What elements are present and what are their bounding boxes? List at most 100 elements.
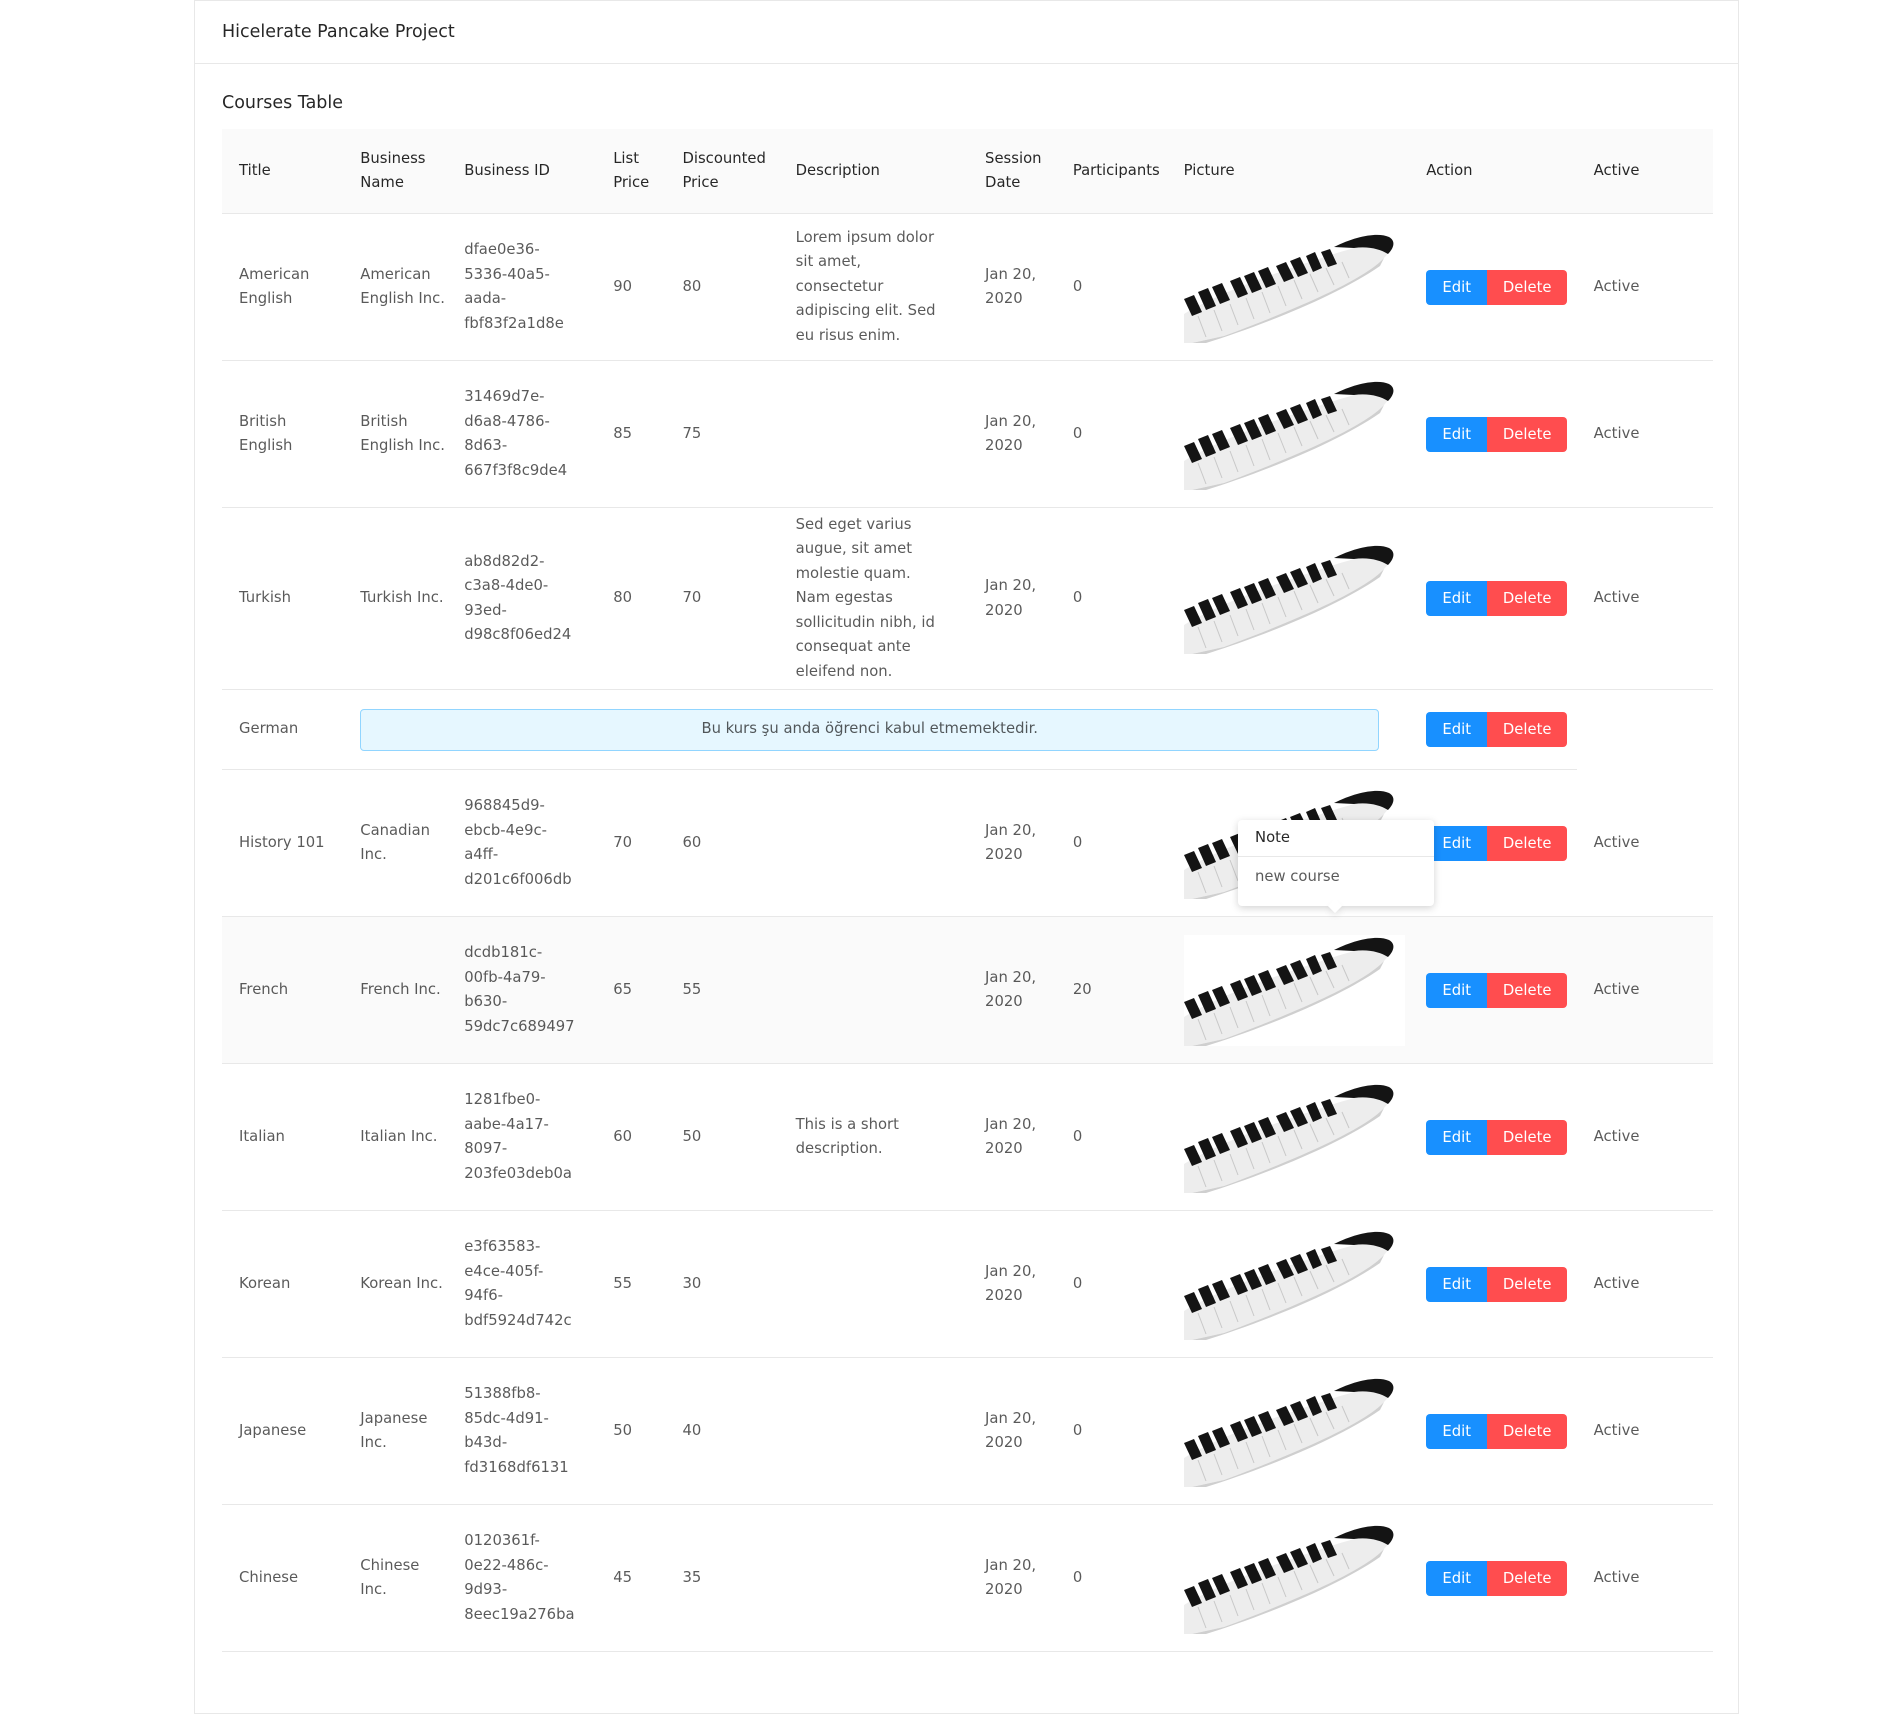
cell-action: Edit Delete <box>1409 689 1577 770</box>
cell-picture <box>1166 1504 1410 1652</box>
picture-thumbnail[interactable] <box>1183 379 1410 490</box>
delete-button[interactable]: Delete <box>1487 972 1568 1008</box>
edit-button[interactable]: Edit <box>1426 1413 1488 1449</box>
table-row[interactable]: French French Inc. dcdb181c-00fb-4a79-b630… <box>222 916 1713 1064</box>
cell-business-id: ab8d82d2-c3a8-4de0-93ed-d98c8f06ed24 <box>447 507 597 690</box>
delete-button[interactable]: Delete <box>1487 712 1568 747</box>
edit-button[interactable]: Edit <box>1426 1266 1488 1302</box>
cell-active: Active <box>1576 769 1713 917</box>
delete-button[interactable]: Delete <box>1487 1560 1568 1596</box>
col-discounted-price[interactable]: Discounted Price <box>665 129 779 214</box>
table-row[interactable]: Turkish Turkish Inc. ab8d82d2-c3a8-4de0-93… <box>222 507 1713 690</box>
cell-list-price: 60 <box>596 1063 666 1211</box>
edit-button[interactable]: Edit <box>1426 1560 1488 1596</box>
cell-description <box>778 1504 969 1652</box>
cell-list-price: 80 <box>596 507 666 690</box>
cell-active: Active <box>1576 507 1713 690</box>
cell-title: American English <box>222 213 344 361</box>
col-business-id[interactable]: Business ID <box>447 129 597 214</box>
col-list-price[interactable]: List Price <box>596 129 666 214</box>
edit-button[interactable]: Edit <box>1426 1119 1488 1155</box>
delete-button[interactable]: Delete <box>1487 416 1568 452</box>
cell-title: Turkish <box>222 507 344 690</box>
table-row[interactable]: British English British English Inc. 31469… <box>222 360 1713 508</box>
cell-business-name: Korean Inc. <box>343 1210 448 1358</box>
table-row[interactable]: Italian Italian Inc. 1281fbe0-aabe-4a17-80… <box>222 1063 1713 1211</box>
cell-business-name: British English Inc. <box>343 360 448 508</box>
cell-business-id: dfae0e36-5336-40a5-aada-fbf83f2a1d8e <box>447 213 597 361</box>
picture-thumbnail[interactable] <box>1183 1082 1410 1193</box>
col-session-date[interactable]: Session Date <box>968 129 1056 214</box>
col-participants[interactable]: Participants <box>1055 129 1167 214</box>
cell-business-name: American English Inc. <box>343 213 448 361</box>
table-row[interactable]: Korean Korean Inc. e3f63583-e4ce-405f-94f6… <box>222 1210 1713 1358</box>
picture-thumbnail[interactable] <box>1183 934 1410 1046</box>
cell-business-id: 31469d7e-d6a8-4786-8d63-667f3f8c9de4 <box>447 360 597 508</box>
cell-business-id: 0120361f-0e22-486c-9d93-8eec19a276ba <box>447 1504 597 1652</box>
cell-session-date: Jan 20, 2020 <box>968 916 1056 1064</box>
cell-active: Active <box>1576 1063 1713 1211</box>
cell-discounted-price: 70 <box>665 507 779 690</box>
cell-list-price: 90 <box>596 213 666 361</box>
col-action[interactable]: Action <box>1409 129 1577 214</box>
piano-keyboard-image <box>1183 381 1394 490</box>
cell-description <box>778 769 969 917</box>
picture-thumbnail[interactable] <box>1183 1523 1410 1634</box>
col-picture[interactable]: Picture <box>1166 129 1410 214</box>
piano-keyboard-image <box>1183 1378 1394 1487</box>
delete-button[interactable]: Delete <box>1487 825 1568 861</box>
cell-participants: 0 <box>1055 769 1167 917</box>
table-header-row: Title Business Name Business ID List Pri… <box>222 129 1713 214</box>
edit-button[interactable]: Edit <box>1426 416 1488 452</box>
cell-business-name: Chinese Inc. <box>343 1504 448 1652</box>
edit-button[interactable]: Edit <box>1426 581 1488 616</box>
project-card: Hicelerate Pancake Project Courses Table… <box>194 0 1739 1714</box>
delete-button[interactable]: Delete <box>1487 1119 1568 1155</box>
cell-active: Active <box>1576 213 1713 361</box>
table-row[interactable]: History 101 Canadian Inc. 968845d9-ebcb-4e… <box>222 769 1713 917</box>
delete-button[interactable]: Delete <box>1487 581 1568 616</box>
delete-button[interactable]: Delete <box>1487 1266 1568 1302</box>
cell-description <box>778 916 969 1064</box>
cell-title: History 101 <box>222 769 344 917</box>
cell-title: Korean <box>222 1210 344 1358</box>
edit-button[interactable]: Edit <box>1426 972 1488 1008</box>
edit-button[interactable]: Edit <box>1426 712 1488 747</box>
cell-session-date: Jan 20, 2020 <box>968 1210 1056 1358</box>
edit-button[interactable]: Edit <box>1426 825 1488 861</box>
table-row[interactable]: Japanese Japanese Inc. 51388fb8-85dc-4d91-… <box>222 1357 1713 1505</box>
picture-thumbnail[interactable] <box>1183 232 1410 343</box>
cell-session-date: Jan 20, 2020 <box>968 360 1056 508</box>
cell-session-date: Jan 20, 2020 <box>968 1063 1056 1211</box>
cell-participants: 0 <box>1055 1210 1167 1358</box>
cell-title: Japanese <box>222 1357 344 1505</box>
cell-picture <box>1166 1357 1410 1505</box>
cell-title: British English <box>222 360 344 508</box>
cell-participants: 0 <box>1055 1357 1167 1505</box>
col-active[interactable]: Active <box>1576 129 1713 214</box>
note-popover: Note new course <box>1238 820 1434 914</box>
cell-active: Active <box>1576 916 1713 1064</box>
picture-thumbnail[interactable] <box>1183 543 1410 654</box>
table-row[interactable]: American English American English Inc. dfa… <box>222 213 1713 361</box>
cell-participants: 0 <box>1055 1063 1167 1211</box>
cell-discounted-price: 60 <box>665 769 779 917</box>
picture-thumbnail[interactable] <box>1183 1229 1410 1340</box>
col-title[interactable]: Title <box>222 129 344 214</box>
delete-button[interactable]: Delete <box>1487 1413 1568 1449</box>
col-description[interactable]: Description <box>778 129 969 214</box>
table-row[interactable]: Chinese Chinese Inc. 0120361f-0e22-486c-9d… <box>222 1504 1713 1652</box>
picture-thumbnail[interactable] <box>1183 1376 1410 1487</box>
col-business-name[interactable]: Business Name <box>343 129 448 214</box>
cell-session-date: Jan 20, 2020 <box>968 769 1056 917</box>
cell-session-date: Jan 20, 2020 <box>968 1357 1056 1505</box>
cell-action: Edit Delete <box>1409 1210 1577 1358</box>
edit-button[interactable]: Edit <box>1426 269 1488 305</box>
cell-discounted-price: 30 <box>665 1210 779 1358</box>
piano-keyboard-image <box>1183 1084 1394 1193</box>
cell-active: Active <box>1576 1504 1713 1652</box>
cell-action: Edit Delete <box>1409 916 1577 1064</box>
delete-button[interactable]: Delete <box>1487 269 1568 305</box>
piano-keyboard-image <box>1183 545 1394 654</box>
cell-title: Chinese <box>222 1504 344 1652</box>
